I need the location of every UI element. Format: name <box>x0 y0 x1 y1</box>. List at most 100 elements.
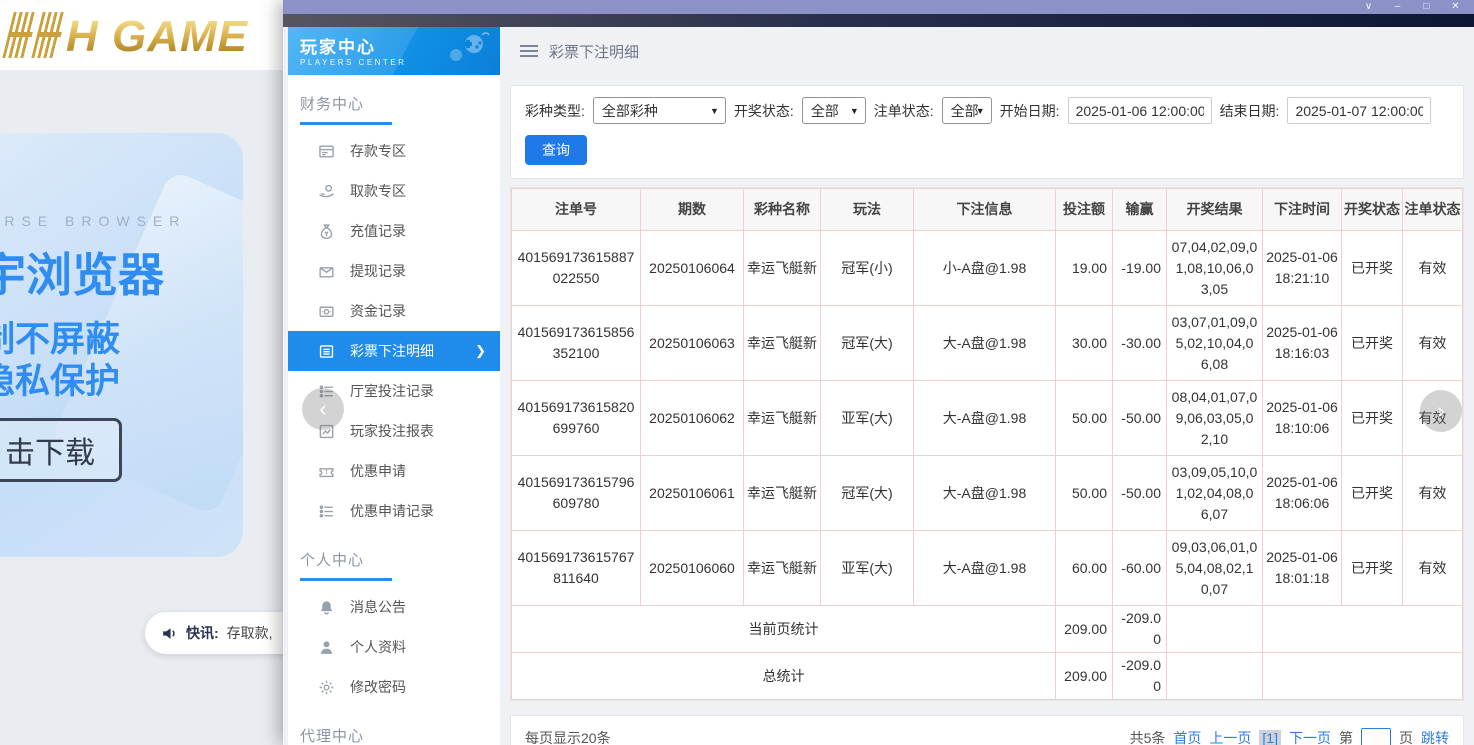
sidebar-item-label: 资金记录 <box>350 301 406 321</box>
cell-draw-status: 已开奖 <box>1342 531 1403 606</box>
cell-lottery: 幸运飞艇新 <box>744 306 821 381</box>
breadcrumb-bar: 彩票下注明细 <box>510 27 1464 75</box>
next-page-link[interactable]: 下一页 <box>1289 728 1331 745</box>
cell-play: 冠军(小) <box>821 231 914 306</box>
sidebar-item-充值记录[interactable]: 充值记录 <box>288 211 500 251</box>
expand-panel-button[interactable]: › <box>1420 390 1462 432</box>
cell-period: 20250106064 <box>641 231 744 306</box>
cell-play: 亚军(大) <box>821 531 914 606</box>
sidebar-item-优惠申请记录[interactable]: 优惠申请记录 <box>288 491 500 531</box>
cell-lottery: 幸运飞艇新 <box>744 381 821 456</box>
chevron-down-button[interactable]: ∨ <box>1354 0 1383 14</box>
site-logo[interactable]: H GAME <box>8 12 248 58</box>
sidebar-item-提现记录[interactable]: 提现记录 <box>288 251 500 291</box>
sidebar-item-label: 修改密码 <box>350 677 406 697</box>
jump-button[interactable]: 跳转 <box>1421 728 1449 745</box>
sidebar-item-label: 个人资料 <box>350 637 406 657</box>
bets-table: 注单号期数彩种名称玩法下注信息投注额输赢开奖结果下注时间开奖状态注单状态 401… <box>511 188 1463 700</box>
lottery-type-select[interactable]: 全部彩种▼ <box>593 97 726 124</box>
bet-status-select[interactable]: 全部▼ <box>942 97 992 124</box>
page-jump-input[interactable] <box>1361 728 1391 745</box>
draw-status-label: 开奖状态: <box>734 101 794 121</box>
sidebar-item-label: 优惠申请记录 <box>350 501 434 521</box>
sidebar-item-个人资料[interactable]: 个人资料 <box>288 627 500 667</box>
cell-winloss: -50.00 <box>1113 456 1167 531</box>
start-date-input[interactable] <box>1068 97 1212 124</box>
section-underline <box>300 578 392 581</box>
summary-amount: 209.00 <box>1056 653 1113 700</box>
chevron-down-icon: ▼ <box>850 106 859 116</box>
sidebar-item-label: 取款专区 <box>350 181 406 201</box>
query-button[interactable]: 查询 <box>525 135 587 165</box>
cell-bet-status: 有效 <box>1403 231 1463 306</box>
minimize-button[interactable]: – <box>1383 0 1412 14</box>
cell-info: 大-A盘@1.98 <box>914 381 1056 456</box>
cell-period: 20250106060 <box>641 531 744 606</box>
bets-table-card: 注单号期数彩种名称玩法下注信息投注额输赢开奖结果下注时间开奖状态注单状态 401… <box>510 187 1464 701</box>
column-header: 开奖结果 <box>1167 189 1263 231</box>
cell-period: 20250106063 <box>641 306 744 381</box>
cell-info: 大-A盘@1.98 <box>914 456 1056 531</box>
sidebar-item-消息公告[interactable]: 消息公告 <box>288 587 500 627</box>
profile-icon <box>318 639 335 656</box>
summary-row: 总统计209.00-209.00 <box>512 653 1463 700</box>
cell-lottery: 幸运飞艇新 <box>744 456 821 531</box>
first-page-link[interactable]: 首页 <box>1173 728 1201 745</box>
pagination-bar: 每页显示20条 共5条 首页 上一页 [1] 下一页 第 页 跳转 <box>510 715 1464 745</box>
logo-text: H GAME <box>66 16 248 58</box>
background-site: H GAME ERSE BROWSER 宇浏览器 制不屏蔽 隐私保护 击下载 快… <box>0 0 283 745</box>
cell-amount: 60.00 <box>1056 531 1113 606</box>
sidebar-item-修改密码[interactable]: 修改密码 <box>288 667 500 707</box>
sidebar-item-存款专区[interactable]: 存款专区 <box>288 131 500 171</box>
sidebar-item-彩票下注明细[interactable]: 彩票下注明细 ❯ <box>288 331 500 371</box>
cell-order-no: 401569173615767811640 <box>512 531 641 606</box>
close-button[interactable]: ✕ <box>1441 0 1470 14</box>
column-header: 输赢 <box>1113 189 1167 231</box>
cell-time: 2025-01-06 18:06:06 <box>1263 456 1342 531</box>
sidebar-item-label: 玩家投注报表 <box>350 421 434 441</box>
cell-result: 09,03,06,01,05,04,08,02,10,07 <box>1167 531 1263 606</box>
cell-result: 07,04,02,09,01,08,10,06,03,05 <box>1167 231 1263 306</box>
ad-download-button[interactable]: 击下载 <box>0 418 122 482</box>
cell-lottery: 幸运飞艇新 <box>744 531 821 606</box>
sidebar-item-取款专区[interactable]: 取款专区 <box>288 171 500 211</box>
sidebar-item-label: 提现记录 <box>350 261 406 281</box>
cell-info: 大-A盘@1.98 <box>914 531 1056 606</box>
lottery-type-label: 彩种类型: <box>525 101 585 121</box>
end-date-input[interactable] <box>1287 97 1431 124</box>
gamepad-icon <box>440 31 492 69</box>
column-header: 下注时间 <box>1263 189 1342 231</box>
sidebar-item-资金记录[interactable]: 资金记录 <box>288 291 500 331</box>
column-header: 玩法 <box>821 189 914 231</box>
bet-status-label: 注单状态: <box>874 101 934 121</box>
end-date-label: 结束日期: <box>1220 101 1280 121</box>
cell-time: 2025-01-06 18:16:03 <box>1263 306 1342 381</box>
sidebar-section-title: 个人中心 <box>300 549 500 570</box>
cell-draw-status: 已开奖 <box>1342 231 1403 306</box>
browser-ad-banner[interactable]: ERSE BROWSER 宇浏览器 制不屏蔽 隐私保护 击下载 <box>0 133 243 557</box>
player-center-panel: ∨–□✕ 玩家中心 PLAYERS CENTER 财务中心 存款专区 <box>283 0 1474 745</box>
cell-result: 03,07,01,09,05,02,10,04,06,08 <box>1167 306 1263 381</box>
menu-icon[interactable] <box>520 45 538 57</box>
cell-play: 冠军(大) <box>821 456 914 531</box>
summary-winloss: -209.00 <box>1113 653 1167 700</box>
collapse-panel-button[interactable]: ‹ <box>302 388 344 430</box>
site-logo-band: H GAME <box>0 0 283 70</box>
cell-amount: 50.00 <box>1056 456 1113 531</box>
column-header: 彩种名称 <box>744 189 821 231</box>
cell-info: 小-A盘@1.98 <box>914 231 1056 306</box>
sidebar-item-label: 优惠申请 <box>350 461 406 481</box>
section-underline <box>300 122 392 125</box>
draw-status-select[interactable]: 全部▼ <box>802 97 866 124</box>
sidebar-item-优惠申请[interactable]: 优惠申请 <box>288 451 500 491</box>
funds-icon <box>318 303 335 320</box>
promo-record-icon <box>318 503 335 520</box>
maximize-button[interactable]: □ <box>1412 0 1441 14</box>
sidebar-item-label: 充值记录 <box>350 221 406 241</box>
chevron-right-icon: ❯ <box>475 343 486 359</box>
sidebar-item-label: 存款专区 <box>350 141 406 161</box>
table-row: 40156917361579660978020250106061幸运飞艇新冠军(… <box>512 456 1463 531</box>
withdrawal-record-icon <box>318 263 335 280</box>
current-page-indicator[interactable]: [1] <box>1259 730 1281 745</box>
prev-page-link[interactable]: 上一页 <box>1209 728 1251 745</box>
